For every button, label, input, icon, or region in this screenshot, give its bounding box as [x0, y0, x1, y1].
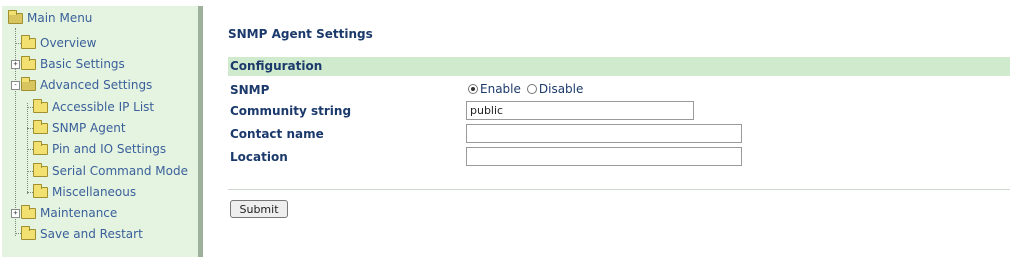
contact-name-label: Contact name	[230, 127, 324, 141]
folder-icon	[33, 162, 48, 177]
expand-icon[interactable]: +	[11, 208, 20, 218]
menu-item-label: Miscellaneous	[52, 185, 137, 199]
folder-icon	[21, 225, 36, 240]
divider	[228, 189, 1010, 190]
submit-button[interactable]: Submit	[230, 200, 288, 218]
open-folder-icon	[8, 9, 23, 24]
enable-radio[interactable]	[468, 84, 478, 94]
folder-icon	[33, 119, 48, 134]
folder-icon	[33, 98, 48, 113]
main-content: SNMP Agent Settings Configuration SNMP E…	[228, 0, 1010, 259]
folder-icon	[21, 34, 36, 49]
disable-radio-label[interactable]: Disable	[539, 82, 584, 96]
menu-item-label: Advanced Settings	[40, 78, 153, 92]
folder-icon	[33, 140, 48, 155]
menu-item-save-restart[interactable]: Save and Restart	[21, 224, 143, 244]
contact-name-input[interactable]	[466, 124, 742, 143]
menu-item-basic-settings[interactable]: + Basic Settings	[11, 54, 125, 74]
menu-item-serial-command-mode[interactable]: Serial Command Mode	[33, 161, 188, 181]
menu-item-overview[interactable]: Overview	[21, 33, 97, 53]
enable-radio-label[interactable]: Enable	[480, 82, 521, 96]
menu-item-miscellaneous[interactable]: Miscellaneous	[33, 182, 136, 202]
menu-item-label: Overview	[40, 36, 97, 50]
location-input[interactable]	[466, 147, 742, 166]
collapse-icon[interactable]: -	[11, 80, 20, 90]
page-title: SNMP Agent Settings	[228, 27, 373, 41]
section-header: Configuration	[228, 57, 1010, 76]
menu-item-label: Serial Command Mode	[52, 164, 188, 178]
community-string-label: Community string	[230, 104, 352, 118]
menu-item-snmp-agent[interactable]: SNMP Agent	[33, 118, 126, 138]
menu-item-accessible-ip-list[interactable]: Accessible IP List	[33, 97, 154, 117]
disable-radio[interactable]	[526, 84, 537, 94]
menu-tree: Main Menu Overview + Basic Settings - Ad…	[2, 6, 198, 257]
menu-item-label: Maintenance	[40, 206, 118, 220]
folder-icon	[21, 204, 36, 219]
menu-item-label: Pin and IO Settings	[52, 142, 167, 156]
folder-icon	[21, 55, 36, 70]
menu-item-label: Accessible IP List	[52, 100, 155, 114]
snmp-radio-group: Enable Disable	[468, 82, 583, 96]
menu-item-advanced-settings[interactable]: - Advanced Settings	[11, 75, 152, 95]
expand-icon[interactable]: +	[11, 59, 20, 69]
menu-item-label: Save and Restart	[40, 227, 143, 241]
menu-item-main-menu[interactable]: Main Menu	[8, 8, 92, 28]
menu-item-maintenance[interactable]: + Maintenance	[11, 203, 117, 223]
location-label: Location	[230, 150, 288, 164]
folder-icon	[33, 183, 48, 198]
menu-item-label: Main Menu	[27, 11, 93, 25]
menu-item-pin-io-settings[interactable]: Pin and IO Settings	[33, 139, 166, 159]
menu-item-label: SNMP Agent	[52, 121, 126, 135]
snmp-label: SNMP	[230, 83, 270, 97]
open-folder-icon	[21, 76, 36, 91]
sidebar: Main Menu Overview + Basic Settings - Ad…	[2, 6, 203, 257]
menu-item-label: Basic Settings	[40, 57, 125, 71]
community-string-input[interactable]	[466, 101, 694, 120]
